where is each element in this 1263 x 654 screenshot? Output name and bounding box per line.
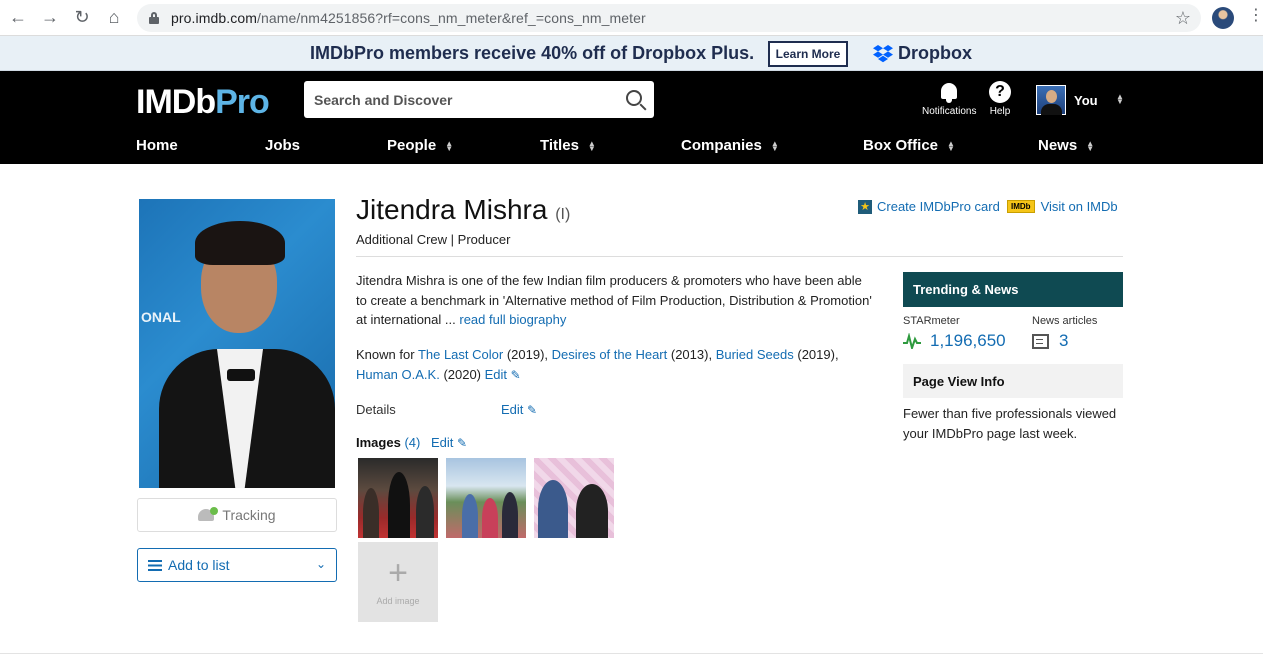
page-view-info-text: Fewer than five professionals viewed you… — [903, 406, 1117, 441]
nav-people[interactable]: People ▲ ▼ — [387, 137, 453, 154]
promo-banner: IMDbPro members receive 40% off of Dropb… — [0, 36, 1263, 71]
help-button[interactable]: ? Help — [989, 81, 1011, 117]
url-text: pro.imdb.com/name/nm4251856?rf=cons_nm_m… — [171, 10, 646, 26]
dropdown-caret-icon: ▲ ▼ — [587, 139, 596, 154]
create-card-link[interactable]: ★ Create IMDbPro card — [858, 199, 1000, 214]
nav-titles[interactable]: Titles ▲ ▼ — [540, 137, 596, 154]
pencil-icon: ✎ — [457, 436, 468, 450]
known-for-title[interactable]: Buried Seeds — [716, 347, 794, 362]
search-icon[interactable] — [626, 90, 642, 106]
profile-avatar-icon[interactable] — [1212, 7, 1234, 29]
reload-icon[interactable]: ↻ — [66, 0, 98, 36]
dropdown-caret-icon: ▲ ▼ — [1086, 139, 1095, 154]
back-arrow-icon[interactable]: ← — [2, 0, 34, 36]
image-thumbnail[interactable] — [534, 458, 614, 538]
images-label: Images (4) — [356, 435, 421, 450]
starmeter-value[interactable]: 1,196,650 — [903, 331, 1006, 351]
bookmark-star-icon[interactable]: ☆ — [1175, 8, 1191, 29]
dropbox-logo[interactable]: Dropbox — [872, 43, 972, 64]
bell-icon — [938, 81, 960, 103]
starmeter-label: STARmeter — [903, 315, 960, 327]
dropdown-caret-icon: ▲ ▼ — [770, 139, 779, 154]
page-title: Jitendra Mishra (I) — [356, 194, 571, 225]
dropdown-caret-icon: ▲ ▼ — [947, 139, 955, 154]
dropdown-caret-icon: ▲ ▼ — [445, 139, 454, 154]
forward-arrow-icon[interactable]: → — [34, 0, 66, 36]
help-icon: ? — [989, 81, 1011, 103]
edit-images-button[interactable]: Edit ✎ — [431, 435, 467, 450]
create-card-label[interactable]: Create IMDbPro card — [877, 199, 1000, 214]
add-image-label: Add image — [376, 596, 420, 606]
image-thumbnail[interactable] — [358, 458, 438, 538]
dropbox-icon — [872, 44, 894, 64]
notifications-button[interactable]: Notifications — [922, 81, 976, 117]
pencil-icon: ✎ — [527, 403, 538, 417]
nav-box-office[interactable]: Box Office ▲ ▼ — [863, 137, 955, 154]
notifications-label: Notifications — [922, 106, 977, 117]
page-view-info-header: Page View Info — [903, 364, 1123, 398]
news-articles-value[interactable]: 3 — [1032, 331, 1068, 351]
home-icon[interactable]: ⌂ — [98, 0, 130, 36]
user-menu-caret-icon[interactable]: ▲ ▼ — [1116, 93, 1124, 106]
known-for-title[interactable]: Desires of the Heart — [552, 347, 668, 362]
add-image-button[interactable]: + Add image — [358, 542, 438, 622]
pencil-icon: ✎ — [510, 367, 521, 382]
main-nav: Home Jobs People ▲ ▼ Titles ▲ ▼ Companies ▲ ▼ … — [0, 137, 1263, 164]
nav-jobs[interactable]: Jobs — [265, 137, 300, 154]
profile-photo[interactable]: ONAL — [139, 199, 335, 488]
add-to-list-label: Add to list — [168, 557, 230, 573]
plus-icon: + — [388, 554, 408, 592]
edit-known-for-button[interactable]: Edit ✎ — [485, 367, 521, 382]
read-bio-link[interactable]: read full biography — [459, 312, 566, 327]
newspaper-icon — [1032, 333, 1049, 349]
promo-text: IMDbPro members receive 40% off of Dropb… — [310, 43, 755, 63]
divider — [356, 256, 1123, 257]
star-badge-icon: ★ — [858, 199, 872, 214]
help-label: Help — [989, 106, 1011, 117]
browser-toolbar: ← → ↻ ⌂ pro.imdb.com/name/nm4251856?rf=c… — [0, 0, 1263, 36]
lock-icon — [149, 12, 159, 24]
nav-companies[interactable]: Companies ▲ ▼ — [681, 137, 779, 154]
roles-text: Additional Crew | Producer — [356, 232, 511, 247]
dropbox-label: Dropbox — [898, 43, 972, 63]
image-thumbnail[interactable] — [446, 458, 526, 538]
known-for-title[interactable]: The Last Color — [418, 347, 503, 362]
list-add-icon — [148, 559, 162, 571]
address-bar[interactable]: pro.imdb.com/name/nm4251856?rf=cons_nm_m… — [137, 4, 1201, 32]
tracking-icon — [198, 507, 219, 521]
known-for-title[interactable]: Human O.A.K. — [356, 367, 440, 382]
details-label: Details — [356, 402, 396, 417]
imdb-logo-icon: IMDb — [1007, 200, 1035, 213]
avatar[interactable] — [1036, 85, 1066, 115]
pulse-icon — [903, 333, 921, 349]
search-placeholder: Search and Discover — [314, 91, 453, 108]
news-articles-label: News articles — [1032, 315, 1098, 327]
nav-news[interactable]: News ▲ ▼ — [1038, 137, 1094, 154]
visit-imdb-label[interactable]: Visit on IMDb — [1041, 199, 1118, 214]
site-header: IMDbPro Search and Discover Notification… — [0, 71, 1263, 164]
user-name[interactable]: You — [1074, 93, 1098, 108]
kebab-menu-icon[interactable]: ⋮ — [1248, 8, 1263, 24]
profile-content: ONAL Tracking Add to list ⌄ Jitendra Mis… — [0, 164, 1263, 654]
edit-details-button[interactable]: Edit ✎ — [501, 402, 537, 417]
tracking-button[interactable]: Tracking — [137, 498, 337, 532]
bio-text: Jitendra Mishra is one of the few Indian… — [356, 273, 872, 327]
learn-more-button[interactable]: Learn More — [768, 41, 848, 67]
search-input[interactable]: Search and Discover — [304, 81, 654, 118]
nav-home[interactable]: Home — [136, 137, 178, 154]
add-to-list-button[interactable]: Add to list ⌄ — [137, 548, 337, 582]
chevron-down-icon: ⌄ — [315, 557, 326, 571]
trending-news-header: Trending & News — [903, 272, 1123, 307]
imdbpro-logo[interactable]: IMDbPro — [136, 83, 270, 122]
tracking-label: Tracking — [222, 507, 276, 523]
known-for: Known for The Last Color (2019), Desires… — [356, 345, 876, 385]
visit-imdb-link[interactable]: IMDb Visit on IMDb — [1007, 199, 1118, 214]
